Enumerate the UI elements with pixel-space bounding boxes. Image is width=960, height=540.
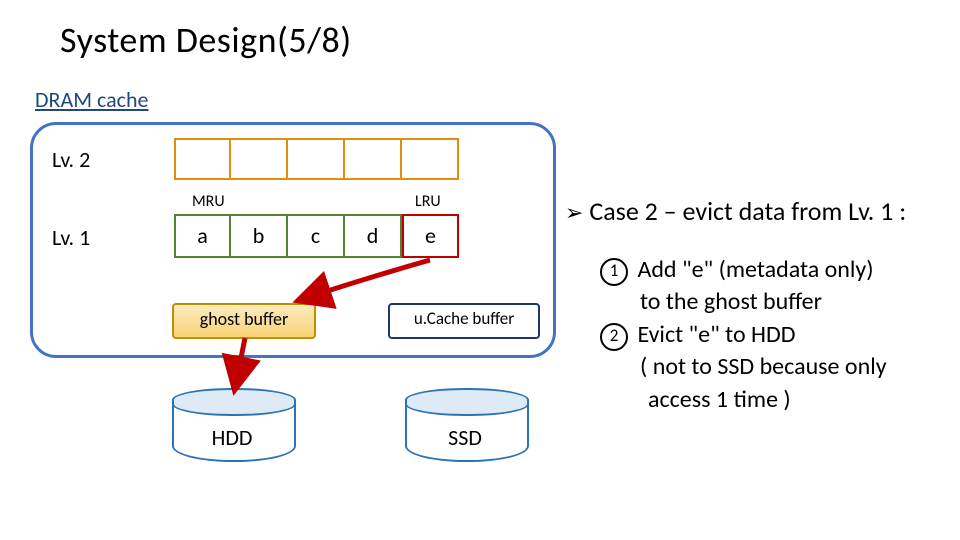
ucache-buffer-box: u.Cache buffer (388, 303, 540, 339)
lv1-cell-c: c (288, 214, 345, 258)
lv2-row (174, 138, 459, 180)
lv2-label: Lv. 2 (52, 146, 90, 173)
step-2-number: 2 (600, 323, 628, 351)
hdd-cylinder: HDD (172, 388, 292, 466)
lv2-cell (288, 138, 345, 180)
lv1-row: a b c d e (174, 214, 459, 258)
lv2-cell (231, 138, 288, 180)
step-1-number: 1 (600, 258, 628, 286)
slide: System Design(5/8) DRAM cache Lv. 2 MRU … (0, 0, 960, 540)
lv2-cell (402, 138, 459, 180)
case-heading-text: Case 2 – evict data from Lv. 1 : (589, 195, 906, 227)
lv1-cell-b: b (231, 214, 288, 258)
lv2-cell (174, 138, 231, 180)
case-steps: 1 Add "e" (metadata only) to the ghost b… (600, 254, 887, 416)
lru-label: LRU (415, 192, 441, 211)
lv1-cell-d: d (345, 214, 402, 258)
step-1-line-a: Add "e" (metadata only) (637, 255, 873, 284)
lv2-cell (345, 138, 402, 180)
step-2-line-b: ( not to SSD because only (600, 351, 887, 383)
hdd-label: HDD (172, 424, 292, 451)
step-2-line-c: access 1 time ) (600, 384, 887, 416)
lv1-label: Lv. 1 (52, 224, 90, 251)
slide-title: System Design(5/8) (60, 18, 352, 62)
lv1-cell-a: a (174, 214, 231, 258)
mru-label: MRU (192, 192, 225, 211)
step-1-line-b: to the ghost buffer (600, 286, 887, 318)
triangle-bullet-icon: ➢ (565, 199, 583, 226)
ssd-cylinder: SSD (405, 388, 525, 466)
step-2-line-a: Evict "e" to HDD (637, 320, 795, 349)
ssd-label: SSD (405, 424, 525, 451)
dram-cache-label: DRAM cache (35, 86, 148, 113)
ghost-buffer-box: ghost buffer (172, 303, 316, 339)
case-heading: ➢ Case 2 – evict data from Lv. 1 : (565, 195, 906, 227)
lv1-cell-e: e (402, 214, 459, 258)
